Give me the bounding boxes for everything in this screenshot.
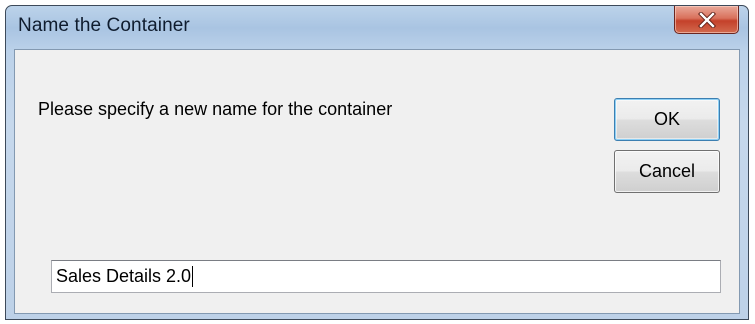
dialog-title: Name the Container bbox=[18, 15, 190, 36]
dialog-window: Name the Container Please specify a new … bbox=[5, 5, 749, 320]
prompt-label: Please specify a new name for the contai… bbox=[38, 99, 393, 119]
close-button[interactable] bbox=[674, 6, 739, 34]
ok-button[interactable]: OK bbox=[614, 98, 720, 141]
text-caret bbox=[192, 266, 194, 287]
container-name-input[interactable]: Sales Details 2.0 bbox=[51, 260, 721, 293]
container-name-value: Sales Details 2.0 bbox=[56, 266, 192, 286]
cancel-button[interactable]: Cancel bbox=[614, 150, 720, 193]
dialog-body: Please specify a new name for the contai… bbox=[14, 49, 740, 314]
close-icon bbox=[697, 11, 716, 28]
title-bar[interactable]: Name the Container bbox=[6, 6, 748, 48]
